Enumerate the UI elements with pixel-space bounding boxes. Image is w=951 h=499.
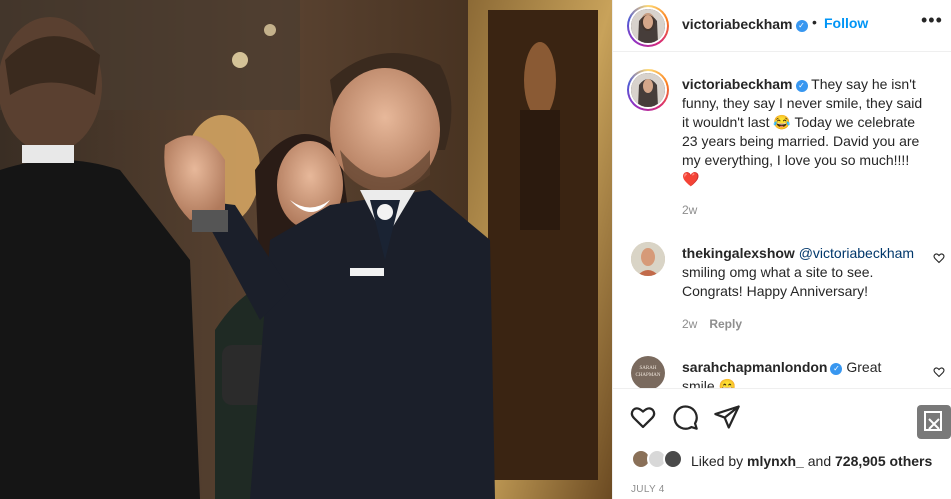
commenter-username[interactable]: sarahchapmanlondon [682,359,827,375]
verified-badge-icon: ✓ [830,363,843,375]
comment-timestamp: 2w [682,317,698,331]
caption-line: They say he isn't [811,76,916,92]
author-avatar[interactable] [627,5,669,47]
comment-meta: 2w Reply [682,317,742,331]
post-header: victoriabeckham ✓ • Follow ••• [613,0,951,52]
photo-illustration [0,0,612,499]
comment-like-heart-icon[interactable] [933,252,945,264]
mention-link[interactable]: @victoriabeckham [799,245,914,261]
comment-text: thekingalexshow @victoriabeckham smiling… [682,244,932,301]
verified-badge-icon: ✓ [795,20,808,32]
bookmark-icon[interactable] [917,405,951,439]
comment-line: smiling omg what a site to see. [682,264,874,280]
send-icon[interactable] [713,403,741,431]
commenter-username[interactable]: thekingalexshow [682,245,795,261]
avatar-portrait [631,9,665,43]
comment-like-heart-icon[interactable] [933,366,945,378]
comment-icon[interactable] [671,403,699,431]
verified-badge-icon: ✓ [795,80,808,92]
avatar-portrait [631,73,665,107]
caption-line: ❤️ [682,171,700,187]
bookmark-glyph [924,411,942,431]
likes-summary: Liked by mlynxh_ and 728,905 others [691,453,932,469]
reply-button[interactable]: Reply [709,317,742,331]
comment-line: Congrats! Happy Anniversary! [682,283,868,299]
post-photo[interactable] [0,0,612,499]
likes-connector: and [807,453,832,469]
caption-line: my everything, I love you so much!!!! [682,152,910,168]
caption-line: funny, they say I never smile, they said [682,95,923,111]
caption-timestamp: 2w [682,203,698,217]
separator-dot: • [812,14,817,30]
liker-avatar[interactable] [663,449,683,469]
comment-text: sarahchapmanlondon ✓ Great smile 😄 [682,358,932,388]
author-username[interactable]: victoriabeckham [682,16,793,32]
avatar-portrait [631,242,665,276]
caption-line: it wouldn't last 😂 Today we celebrate [682,114,916,130]
caption-avatar[interactable] [627,69,669,111]
more-horizontal-icon[interactable]: ••• [921,10,943,31]
liker-username[interactable]: mlynxh_ [747,453,804,469]
caption-line: 23 years being married. David you are [682,133,920,149]
comment-line: smile 😄 [682,378,736,388]
commenter-avatar[interactable]: SARAH CHAPMAN [631,356,665,390]
post-actions-bar: Liked by mlynxh_ and 728,905 others JULY… [613,388,951,499]
avatar-logo-text: SARAH CHAPMAN [635,366,661,378]
caption-text: victoriabeckham ✓ They say he isn't funny… [682,75,944,189]
likes-count-link[interactable]: 728,905 others [835,453,932,469]
commenter-avatar[interactable] [631,242,665,276]
likes-prefix: Liked by [691,453,744,469]
author-name-row[interactable]: victoriabeckham ✓ [682,16,808,34]
heart-icon[interactable] [629,403,657,431]
follow-button[interactable]: Follow [824,15,868,31]
post-sidebar: victoriabeckham ✓ • Follow ••• victoriabe… [612,0,951,499]
comment-line: Great [846,359,882,375]
caption-username[interactable]: victoriabeckham [682,76,793,92]
post-date: JULY 4 [631,484,665,495]
